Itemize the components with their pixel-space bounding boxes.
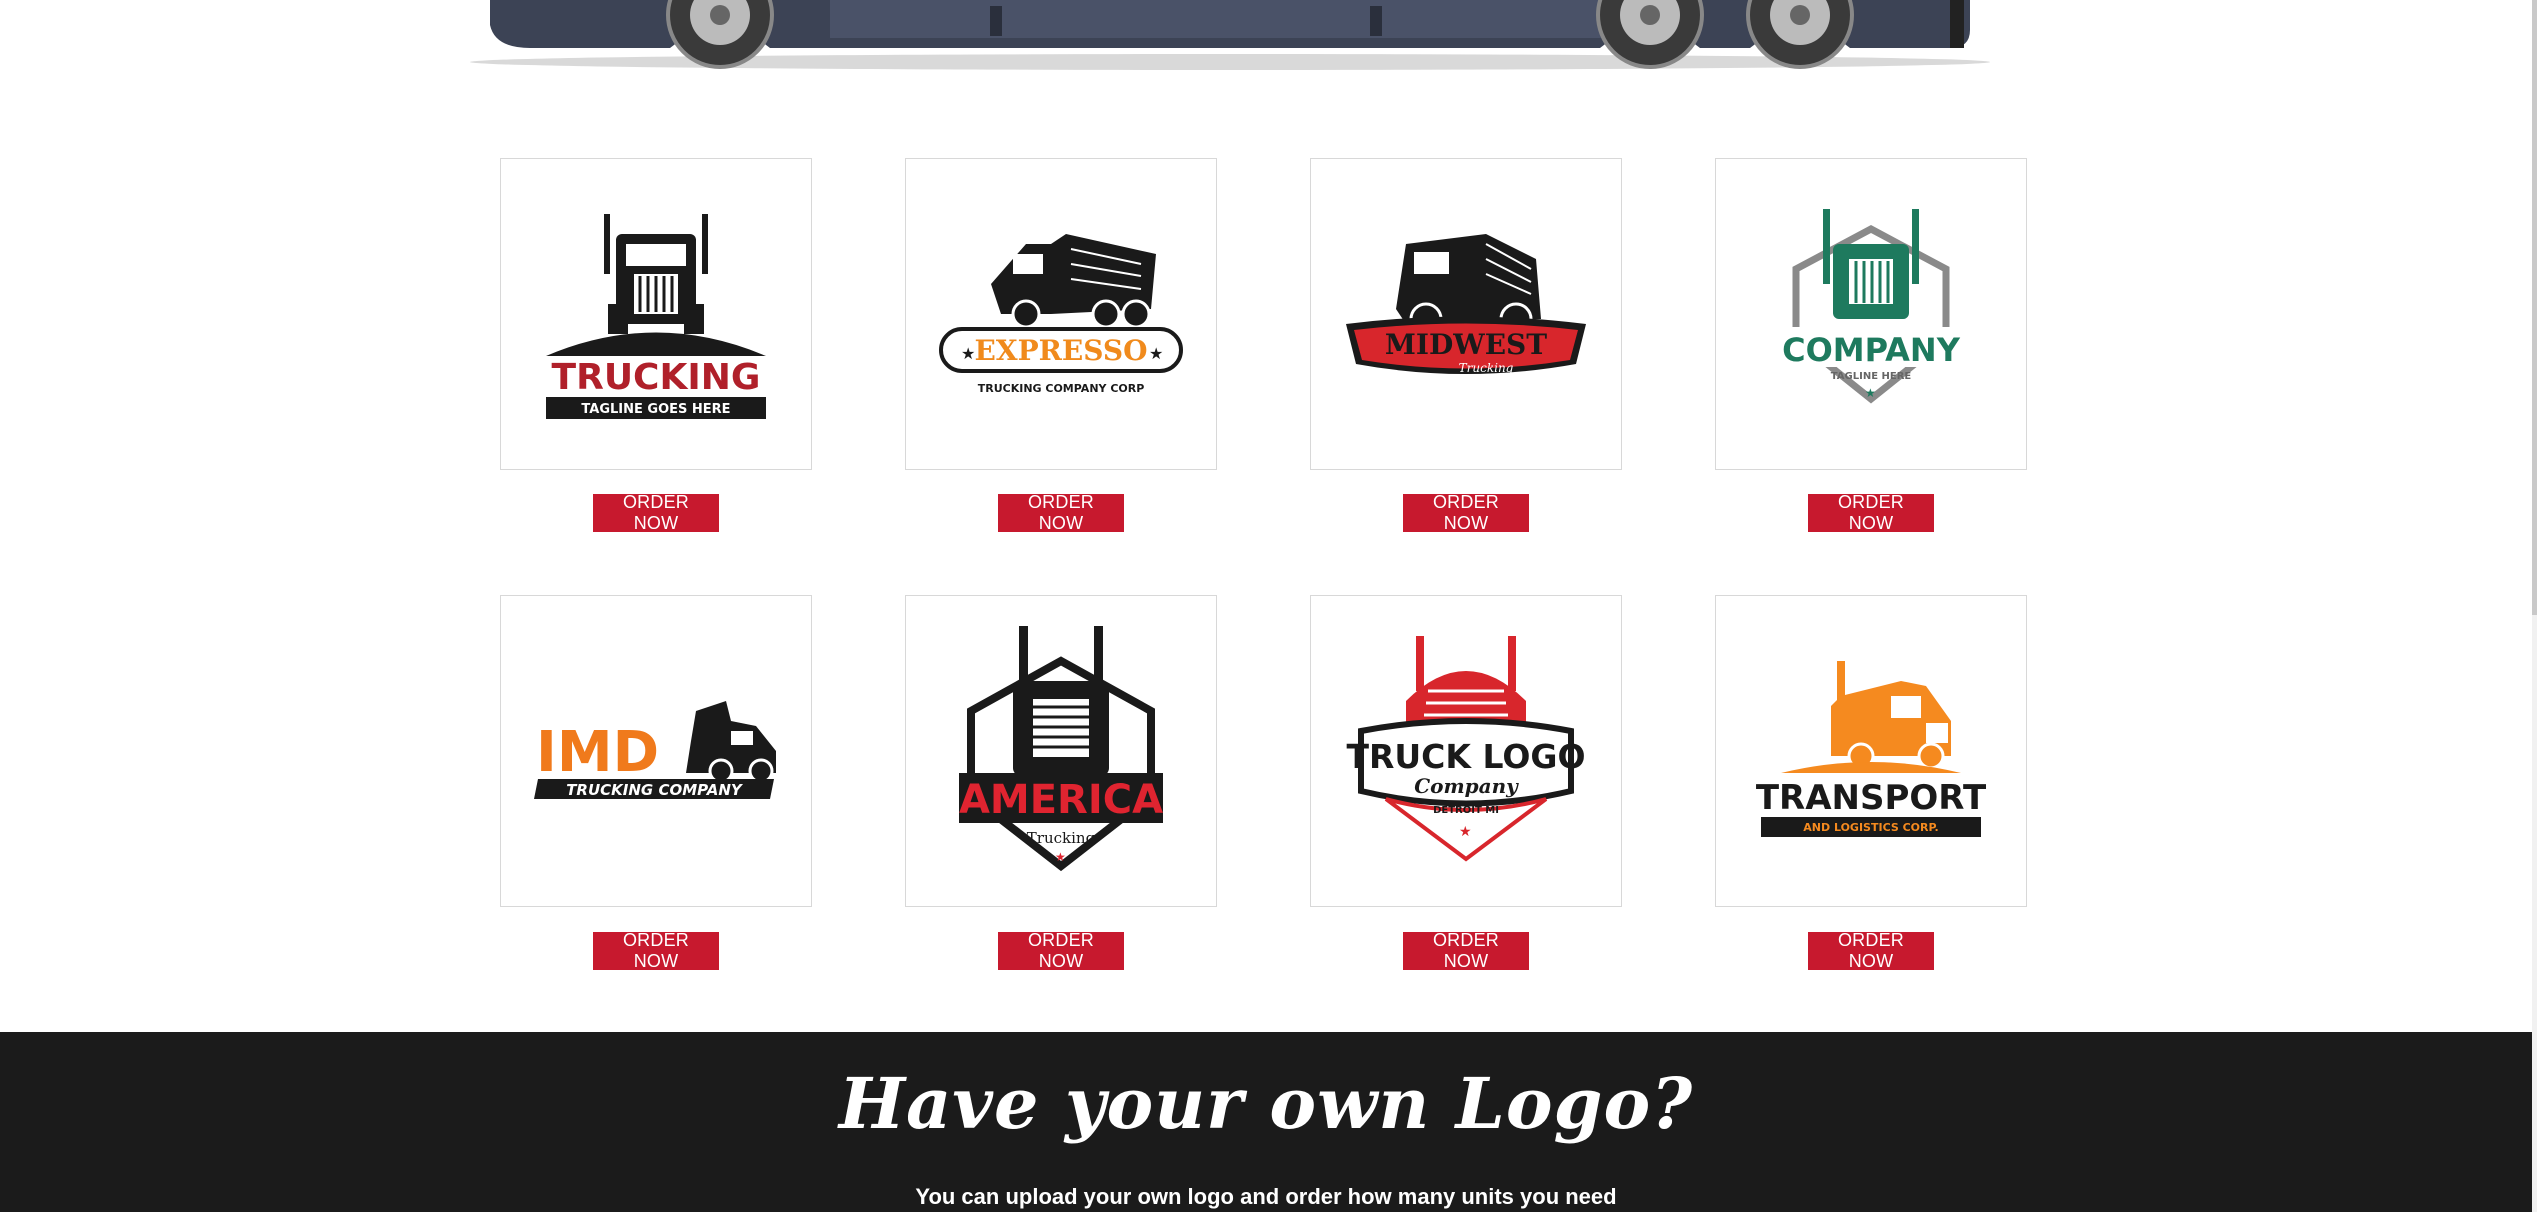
own-logo-text: You can upload your own logo and order h… — [915, 1184, 1617, 1209]
own-logo-section: Have your own Logo? You can upload your … — [0, 1032, 2532, 1212]
company-logo-icon: COMPANY TAGLINE HERE ★ — [1761, 209, 1981, 404]
scrollbar-thumb[interactable] — [2532, 0, 2537, 615]
svg-text:★: ★ — [1865, 386, 1876, 400]
logo-tagline: Trucking — [1459, 361, 1514, 375]
svg-text:★: ★ — [1149, 344, 1163, 363]
truck-logo-logo-icon: TRUCK LOGO Company DETROIT MI ★ — [1346, 636, 1586, 862]
order-now-button[interactable]: ORDER NOW — [998, 930, 1124, 971]
logo-card-america[interactable]: AMERICA Trucking ★ — [905, 595, 1217, 907]
logo-name: TRUCKING — [552, 357, 761, 398]
logo-tagline: TAGLINE HERE — [1831, 371, 1912, 382]
logo-grid: TRUCKING TAGLINE GOES HERE ORDER NOW EXP… — [0, 0, 2532, 1030]
logo-name: COMPANY — [1782, 331, 1961, 369]
logo-name: IMD — [536, 720, 659, 785]
america-logo-icon: AMERICA Trucking ★ — [959, 626, 1163, 872]
logo-card-trucking[interactable]: TRUCKING TAGLINE GOES HERE — [500, 158, 812, 470]
logo-tagline: TAGLINE GOES HERE — [581, 402, 730, 417]
order-now-button[interactable]: ORDER NOW — [998, 492, 1124, 533]
scrollbar[interactable] — [2532, 0, 2537, 1212]
logo-card-midwest[interactable]: MIDWEST Trucking — [1310, 158, 1622, 470]
svg-text:★: ★ — [961, 344, 975, 363]
logo-tagline: AND LOGISTICS CORP. — [1803, 821, 1938, 834]
order-now-button[interactable]: ORDER NOW — [1403, 492, 1529, 533]
midwest-logo-icon: MIDWEST Trucking — [1346, 234, 1586, 375]
logo-card-truck-logo[interactable]: TRUCK LOGO Company DETROIT MI ★ — [1310, 595, 1622, 907]
logo-location: DETROIT MI — [1433, 805, 1499, 816]
order-now-button[interactable]: ORDER NOW — [1403, 930, 1529, 971]
logo-name: TRUCK LOGO — [1346, 737, 1585, 776]
logo-name: AMERICA — [959, 777, 1163, 823]
logo-name: TRANSPORT — [1756, 778, 1987, 818]
order-now-button[interactable]: ORDER NOW — [1808, 930, 1934, 971]
logo-name: MIDWEST — [1385, 328, 1547, 361]
page: TRUCKING TAGLINE GOES HERE ORDER NOW EXP… — [0, 0, 2532, 1212]
order-now-button[interactable]: ORDER NOW — [593, 492, 719, 533]
svg-text:★: ★ — [1459, 824, 1472, 840]
svg-text:★: ★ — [1055, 850, 1066, 864]
expresso-logo-icon: EXPRESSO ★ ★ TRUCKING COMPANY CORP — [939, 234, 1183, 395]
logo-tagline: TRUCKING COMPANY — [566, 781, 744, 799]
logo-card-company[interactable]: COMPANY TAGLINE HERE ★ — [1715, 158, 2027, 470]
logo-card-imd[interactable]: IMD TRUCKING COMPANY — [500, 595, 812, 907]
logo-tagline: TRUCKING COMPANY CORP — [978, 382, 1145, 395]
logo-card-transport[interactable]: TRANSPORT AND LOGISTICS CORP. — [1715, 595, 2027, 907]
imd-logo-icon: IMD TRUCKING COMPANY — [534, 701, 776, 799]
trucking-logo-icon: TRUCKING TAGLINE GOES HERE — [546, 214, 766, 419]
logo-name: EXPRESSO — [975, 334, 1148, 367]
logo-card-expresso[interactable]: EXPRESSO ★ ★ TRUCKING COMPANY CORP — [905, 158, 1217, 470]
order-now-button[interactable]: ORDER NOW — [593, 930, 719, 971]
order-now-button[interactable]: ORDER NOW — [1808, 492, 1934, 533]
own-logo-heading: Have your own Logo? — [838, 1062, 1694, 1145]
logo-tagline: Trucking — [1027, 829, 1096, 847]
logo-tagline: Company — [1414, 774, 1519, 798]
transport-logo-icon: TRANSPORT AND LOGISTICS CORP. — [1756, 661, 1987, 837]
